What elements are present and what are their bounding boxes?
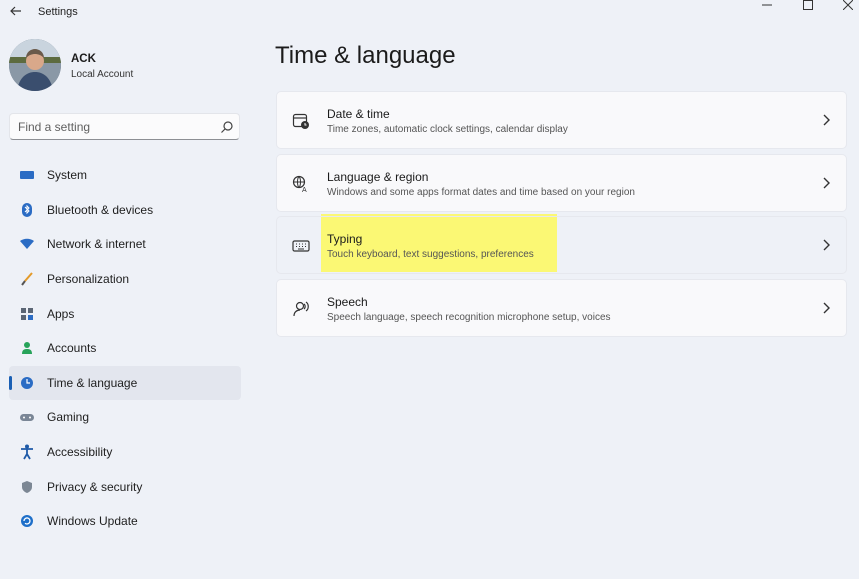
chevron-right-icon xyxy=(823,239,830,251)
update-icon xyxy=(19,513,35,529)
chevron-right-icon xyxy=(823,302,830,313)
card-language-region[interactable]: A Language & region Windows and some app… xyxy=(276,153,847,212)
card-description: Time zones, automatic clock settings, ca… xyxy=(327,124,568,135)
sidebar-item-label: Privacy & security xyxy=(47,479,143,494)
svg-text:A: A xyxy=(302,187,307,193)
back-button[interactable] xyxy=(8,3,24,19)
minimize-button[interactable] xyxy=(752,0,782,12)
keyboard-icon xyxy=(291,236,311,256)
sidebar-item-accounts[interactable]: Accounts xyxy=(9,331,241,366)
maximize-button[interactable] xyxy=(793,0,823,12)
sidebar-item-label: Gaming xyxy=(47,410,90,425)
sidebar-item-label: Apps xyxy=(47,306,75,321)
accessibility-icon xyxy=(19,444,35,460)
sidebar-item-label: Bluetooth & devices xyxy=(47,202,154,217)
page-title: Time & language xyxy=(275,42,456,69)
bluetooth-icon xyxy=(19,202,35,218)
search-icon[interactable] xyxy=(220,120,234,134)
brush-icon xyxy=(19,271,35,287)
user-name: ACK xyxy=(71,53,96,65)
globe-clock-icon xyxy=(19,375,35,391)
maximize-icon xyxy=(803,0,813,10)
calendar-clock-icon xyxy=(291,111,311,131)
sidebar-item-time-language[interactable]: Time & language xyxy=(9,365,241,401)
card-description: Speech language, speech recognition micr… xyxy=(327,311,611,323)
chevron-right-icon xyxy=(823,177,830,188)
sidebar-item-label: Time & language xyxy=(47,375,138,390)
close-button[interactable] xyxy=(833,0,859,12)
sidebar-item-label: Accessibility xyxy=(47,445,113,460)
card-description: Windows and some apps format dates and t… xyxy=(327,186,635,198)
sidebar-item-personalization[interactable]: Personalization xyxy=(9,262,241,297)
search-box[interactable] xyxy=(9,113,240,140)
system-icon xyxy=(19,167,35,183)
card-typing[interactable]: Typing Touch keyboard, text suggestions,… xyxy=(276,216,847,274)
minimize-icon xyxy=(762,4,772,6)
card-title: Typing xyxy=(327,232,363,246)
person-icon xyxy=(19,340,35,356)
sidebar-item-privacy-security[interactable]: Privacy & security xyxy=(9,469,241,504)
card-speech[interactable]: Speech Speech language, speech recogniti… xyxy=(276,278,847,337)
card-title: Language & region xyxy=(327,169,429,184)
avatar[interactable] xyxy=(9,39,61,91)
shield-icon xyxy=(19,479,35,495)
search-input[interactable] xyxy=(18,119,208,135)
gamepad-icon xyxy=(19,409,35,425)
sidebar-item-windows-update[interactable]: Windows Update xyxy=(9,504,241,539)
sidebar-item-bluetooth[interactable]: Bluetooth & devices xyxy=(9,193,241,228)
card-title: Speech xyxy=(327,294,368,309)
sidebar-item-accessibility[interactable]: Accessibility xyxy=(9,435,241,470)
app-title: Settings xyxy=(38,6,78,18)
chevron-right-icon xyxy=(823,114,830,126)
sidebar-item-network[interactable]: Network & internet xyxy=(9,227,241,262)
card-title: Date & time xyxy=(327,107,390,121)
sidebar-item-label: Accounts xyxy=(47,341,97,356)
settings-cards: Date & time Time zones, automatic clock … xyxy=(276,91,847,341)
sidebar-item-label: System xyxy=(47,168,88,183)
sidebar-nav: System Bluetooth & devices Network & int… xyxy=(9,158,241,539)
selection-indicator xyxy=(9,375,12,390)
sidebar-item-apps[interactable]: Apps xyxy=(9,296,241,331)
card-date-time[interactable]: Date & time Time zones, automatic clock … xyxy=(276,91,847,149)
speech-icon xyxy=(291,299,311,319)
sidebar-item-label: Windows Update xyxy=(47,514,138,529)
user-photo-icon xyxy=(9,39,61,91)
apps-icon xyxy=(19,306,35,322)
wifi-icon xyxy=(19,236,35,252)
language-icon: A xyxy=(291,174,311,194)
close-icon xyxy=(843,0,853,10)
card-description: Touch keyboard, text suggestions, prefer… xyxy=(327,249,534,260)
account-type: Local Account xyxy=(71,69,134,80)
arrow-left-icon xyxy=(10,6,21,16)
sidebar-item-gaming[interactable]: Gaming xyxy=(9,400,241,435)
sidebar-item-label: Network & internet xyxy=(47,237,146,252)
sidebar-item-label: Personalization xyxy=(47,272,130,287)
title-bar: Settings xyxy=(0,0,859,24)
sidebar-item-system[interactable]: System xyxy=(9,158,241,193)
